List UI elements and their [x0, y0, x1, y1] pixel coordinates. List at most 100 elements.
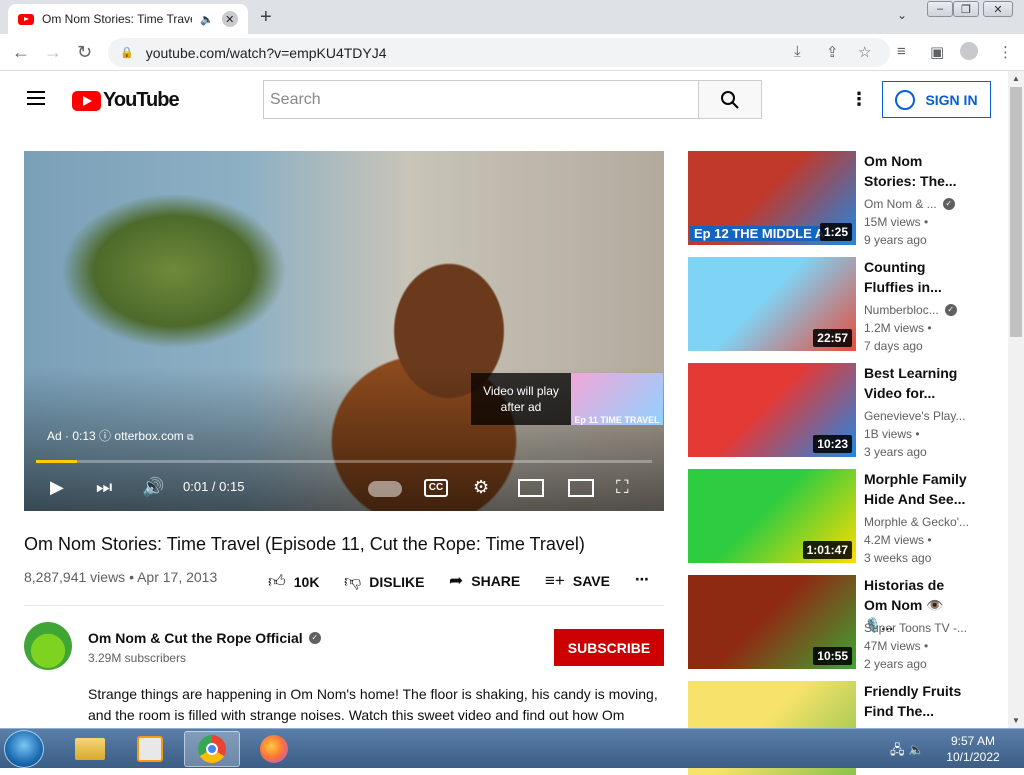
- subscribe-button[interactable]: SUBSCRIBE: [554, 629, 664, 666]
- recommendation-thumbnail[interactable]: 1:01:47: [688, 469, 856, 563]
- recommendation-title[interactable]: Om Nom Stories: The...: [864, 151, 968, 191]
- like-button[interactable]: 👍︎ 10K: [268, 571, 319, 592]
- media-control-icon[interactable]: ≡: [897, 43, 906, 60]
- url-text: youtube.com/watch?v=empKU4TDYJ4: [145, 44, 387, 61]
- progress-bar[interactable]: [36, 460, 652, 463]
- video-description: Strange things are happening in Om Nom's…: [88, 686, 658, 723]
- profile-avatar-icon[interactable]: [960, 42, 978, 60]
- recommendation-age: 7 days ago: [864, 339, 923, 353]
- chrome-taskbar-icon[interactable]: [184, 731, 240, 767]
- recommendation-views: 1.2M views •: [864, 321, 932, 335]
- channel-text: Genevieve's Play...: [864, 409, 966, 423]
- video-title: Om Nom Stories: Time Travel (Episode 11,…: [24, 534, 585, 554]
- volume-icon[interactable]: 🔊: [142, 477, 164, 498]
- recommendation-thumbnail[interactable]: Ep 12 THE MIDDLE A 1:25: [688, 151, 856, 245]
- recommendation-channel[interactable]: Numberbloc... ✓: [864, 303, 992, 317]
- new-tab-button[interactable]: +: [260, 6, 272, 29]
- clock-time: 9:57 AM: [950, 734, 996, 748]
- recommendation-channel[interactable]: Om Nom & ... ✓: [864, 197, 992, 211]
- recommendation-title[interactable]: Friendly Fruits Find The...: [864, 681, 968, 721]
- page-scrollbar[interactable]: ▲ ▼: [1008, 71, 1024, 728]
- ad-domain-link[interactable]: otterbox.com: [114, 429, 183, 443]
- recommendation-item[interactable]: 1:01:47 Morphle Family Hide And See... Mor…: [688, 469, 992, 565]
- system-tray[interactable]: 🖧 🔈: [890, 741, 924, 763]
- search-input[interactable]: Search: [263, 80, 699, 119]
- recommendation-channel[interactable]: Genevieve's Play...: [864, 409, 992, 423]
- video-will-play-label: Video will play after ad: [483, 384, 559, 414]
- address-bar[interactable]: 🔒 youtube.com/watch?v=empKU4TDYJ4: [108, 38, 890, 67]
- theater-mode-icon[interactable]: [568, 479, 594, 497]
- video-player[interactable]: Ad · 0:13 ⓘ otterbox.com ⧉ Video will pl…: [24, 151, 664, 511]
- scrollbar-thumb[interactable]: [1010, 87, 1022, 337]
- volume-tray-icon[interactable]: 🔈: [908, 742, 924, 757]
- info-icon[interactable]: ⓘ: [99, 429, 114, 443]
- browser-tab-strip: Om Nom Stories: Time Trave 🔈 ✕ + ⌄ – ❐ ✕: [0, 0, 1024, 34]
- next-icon[interactable]: ⏭: [96, 477, 112, 498]
- start-button[interactable]: [4, 730, 44, 768]
- speaker-icon[interactable]: 🔈: [200, 13, 214, 26]
- lock-icon[interactable]: 🔒: [120, 46, 134, 59]
- up-next-preview[interactable]: Video will play after ad Ep 11 TIME TRAV…: [471, 373, 663, 425]
- more-actions-icon[interactable]: ⋯: [635, 571, 649, 588]
- install-app-icon[interactable]: ⤓: [794, 43, 801, 60]
- channel-text: Om Nom & ...: [864, 197, 937, 211]
- channel-name[interactable]: Om Nom & Cut the Rope Official ✓: [88, 630, 321, 646]
- save-button[interactable]: ≡+ SAVE: [545, 571, 610, 591]
- recommendation-item[interactable]: Ep 12 THE MIDDLE A 1:25 Om Nom Stories: Th…: [688, 151, 992, 247]
- recommendation-item[interactable]: 10:23 Best Learning Video for... Genevieve…: [688, 363, 992, 459]
- network-icon[interactable]: 🖧: [890, 742, 905, 757]
- sign-in-button[interactable]: SIGN IN: [882, 81, 991, 118]
- scroll-up-icon[interactable]: ▲: [1012, 74, 1020, 83]
- settings-gear-icon[interactable]: ⚙: [473, 477, 489, 498]
- recommendation-views: 47M views •: [864, 639, 929, 653]
- close-tab-button[interactable]: ✕: [221, 11, 238, 27]
- scroll-down-icon[interactable]: ▼: [1012, 716, 1020, 725]
- play-icon[interactable]: ▶: [50, 477, 64, 498]
- external-link-icon: ⧉: [187, 432, 194, 442]
- thumbs-down-icon: 👎︎: [344, 572, 362, 591]
- recommendation-item[interactable]: 10:55 Historias de Om Nom 👁️🎙️... Super To…: [688, 575, 992, 671]
- menu-hamburger-icon[interactable]: [27, 91, 45, 105]
- system-clock[interactable]: 9:57 AM 10/1/2022: [945, 733, 1001, 765]
- minimize-button[interactable]: –: [927, 1, 953, 17]
- firefox-taskbar-icon[interactable]: [246, 731, 302, 767]
- browser-menu-icon[interactable]: ⋮: [998, 43, 1013, 61]
- search-button[interactable]: [698, 80, 762, 119]
- browser-tab[interactable]: Om Nom Stories: Time Trave 🔈 ✕: [8, 4, 248, 34]
- recommendation-age: 3 weeks ago: [864, 551, 932, 565]
- reload-button[interactable]: ↻: [77, 42, 92, 63]
- recommendation-title[interactable]: Morphle Family Hide And See...: [864, 469, 968, 509]
- file-explorer-icon[interactable]: [62, 731, 118, 767]
- back-button[interactable]: ←: [12, 42, 30, 63]
- recommendation-title[interactable]: Counting Fluffies in...: [864, 257, 968, 297]
- logo-text: YouTube: [103, 89, 180, 111]
- dislike-button[interactable]: 👎︎ DISLIKE: [344, 571, 425, 592]
- duration-badge: 10:55: [813, 647, 852, 665]
- miniplayer-icon[interactable]: [518, 479, 544, 497]
- recommendation-channel[interactable]: Morphle & Gecko'...: [864, 515, 992, 529]
- maximize-button[interactable]: ❐: [953, 1, 979, 17]
- tab-search-chevron-icon[interactable]: ⌄: [897, 8, 907, 22]
- recommendation-channel[interactable]: Super Toons TV -...: [864, 621, 992, 635]
- recommendation-thumbnail[interactable]: 22:57: [688, 257, 856, 351]
- media-player-icon[interactable]: [122, 731, 178, 767]
- recommendation-title[interactable]: Best Learning Video for...: [864, 363, 968, 403]
- window-close-button[interactable]: ✕: [983, 1, 1013, 17]
- share-page-icon[interactable]: ⇪: [826, 43, 839, 61]
- recommendation-thumbnail[interactable]: 10:55: [688, 575, 856, 669]
- bookmark-star-icon[interactable]: ☆: [858, 43, 871, 61]
- channel-avatar[interactable]: [24, 622, 72, 670]
- captions-icon[interactable]: CC: [424, 479, 448, 497]
- share-button[interactable]: ➦ SHARE: [449, 571, 520, 591]
- youtube-logo[interactable]: YouTube: [72, 89, 180, 112]
- duration-badge: 10:23: [813, 435, 852, 453]
- forward-button[interactable]: →: [44, 42, 62, 63]
- share-arrow-icon: ➦: [449, 571, 464, 590]
- autoplay-toggle[interactable]: [368, 481, 402, 497]
- recommendation-thumbnail[interactable]: 10:23: [688, 363, 856, 457]
- settings-more-icon[interactable]: ⋮: [850, 89, 868, 110]
- fullscreen-icon[interactable]: ⛶: [616, 477, 629, 498]
- side-panel-icon[interactable]: ▣: [930, 43, 944, 61]
- recommendation-item[interactable]: 22:57 Counting Fluffies in... Numberbloc..…: [688, 257, 992, 353]
- ad-info: Ad · 0:13 ⓘ otterbox.com ⧉: [47, 427, 194, 444]
